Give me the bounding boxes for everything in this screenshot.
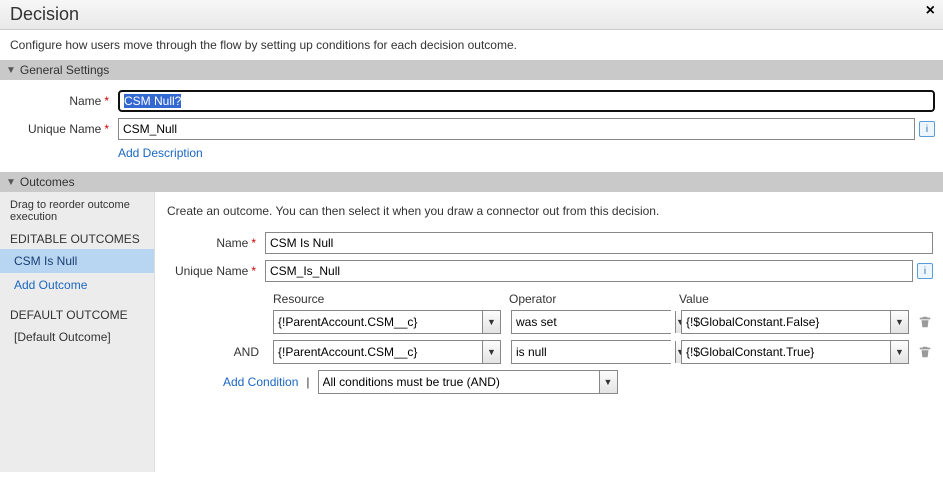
condition-logic-combobox[interactable]: ▼ (318, 370, 618, 394)
dialog-title: Decision (10, 4, 933, 25)
disclosure-triangle-icon: ▼ (6, 65, 16, 76)
unique-name-input[interactable] (118, 118, 915, 140)
value-combobox[interactable]: ▼ (681, 340, 909, 364)
operator-combobox[interactable]: ▼ (511, 340, 671, 364)
sidebar-item-outcome[interactable]: CSM Is Null (0, 249, 154, 273)
name-label: Name* (8, 94, 118, 108)
operator-input[interactable] (512, 341, 675, 363)
value-combobox[interactable]: ▼ (681, 310, 909, 334)
add-description-link[interactable]: Add Description (118, 146, 203, 160)
general-settings-header[interactable]: ▼ General Settings (0, 60, 943, 80)
and-label: AND (165, 345, 273, 359)
info-icon[interactable]: i (919, 121, 935, 137)
value-input[interactable] (682, 311, 890, 333)
outcome-detail-pane: Create an outcome. You can then select i… (155, 192, 943, 472)
unique-name-label: Unique Name* (8, 122, 118, 136)
condition-row: AND ▼ ▼ ▼ (165, 340, 933, 364)
column-header-resource: Resource (273, 292, 509, 306)
editable-outcomes-heading: EDITABLE OUTCOMES (0, 229, 154, 249)
column-header-value: Value (679, 292, 915, 306)
outcome-unique-name-input[interactable] (265, 260, 913, 282)
chevron-down-icon[interactable]: ▼ (890, 311, 908, 333)
delete-condition-icon[interactable] (917, 344, 933, 360)
chevron-down-icon[interactable]: ▼ (482, 311, 500, 333)
dialog-description: Configure how users move through the flo… (0, 30, 943, 60)
condition-row: ▼ ▼ ▼ (165, 310, 933, 334)
outcomes-section-header[interactable]: ▼ Outcomes (0, 172, 943, 192)
operator-input[interactable] (512, 311, 675, 333)
close-icon[interactable]: × (926, 2, 935, 20)
add-outcome-link[interactable]: Add Outcome (0, 273, 154, 297)
section-title: Outcomes (20, 175, 75, 189)
chevron-down-icon[interactable]: ▼ (890, 341, 908, 363)
outcome-name-label: Name* (165, 236, 265, 250)
conditions-table: Resource Operator Value ▼ ▼ ▼ (165, 292, 933, 394)
resource-input[interactable] (274, 341, 482, 363)
general-settings-body: Name* Unique Name* i Add Description (0, 80, 943, 172)
condition-logic-input[interactable] (319, 371, 599, 393)
outcome-name-input[interactable] (265, 232, 933, 254)
outcome-unique-name-label: Unique Name* (165, 264, 265, 278)
operator-combobox[interactable]: ▼ (511, 310, 671, 334)
drag-reorder-hint: Drag to reorder outcome execution (0, 196, 154, 229)
separator: | (306, 375, 309, 389)
disclosure-triangle-icon: ▼ (6, 177, 16, 188)
name-input[interactable] (118, 90, 935, 112)
resource-input[interactable] (274, 311, 482, 333)
resource-combobox[interactable]: ▼ (273, 340, 501, 364)
value-input[interactable] (682, 341, 890, 363)
outcome-create-hint: Create an outcome. You can then select i… (167, 204, 933, 218)
column-header-operator: Operator (509, 292, 679, 306)
default-outcome-heading: DEFAULT OUTCOME (0, 305, 154, 325)
dialog-header: Decision × (0, 0, 943, 30)
chevron-down-icon[interactable]: ▼ (482, 341, 500, 363)
info-icon[interactable]: i (917, 263, 933, 279)
delete-condition-icon[interactable] (917, 314, 933, 330)
sidebar-item-default-outcome[interactable]: [Default Outcome] (0, 325, 154, 349)
outcomes-sidebar: Drag to reorder outcome execution EDITAB… (0, 192, 155, 472)
chevron-down-icon[interactable]: ▼ (599, 371, 617, 393)
resource-combobox[interactable]: ▼ (273, 310, 501, 334)
section-title: General Settings (20, 63, 109, 77)
add-condition-link[interactable]: Add Condition (223, 375, 298, 389)
